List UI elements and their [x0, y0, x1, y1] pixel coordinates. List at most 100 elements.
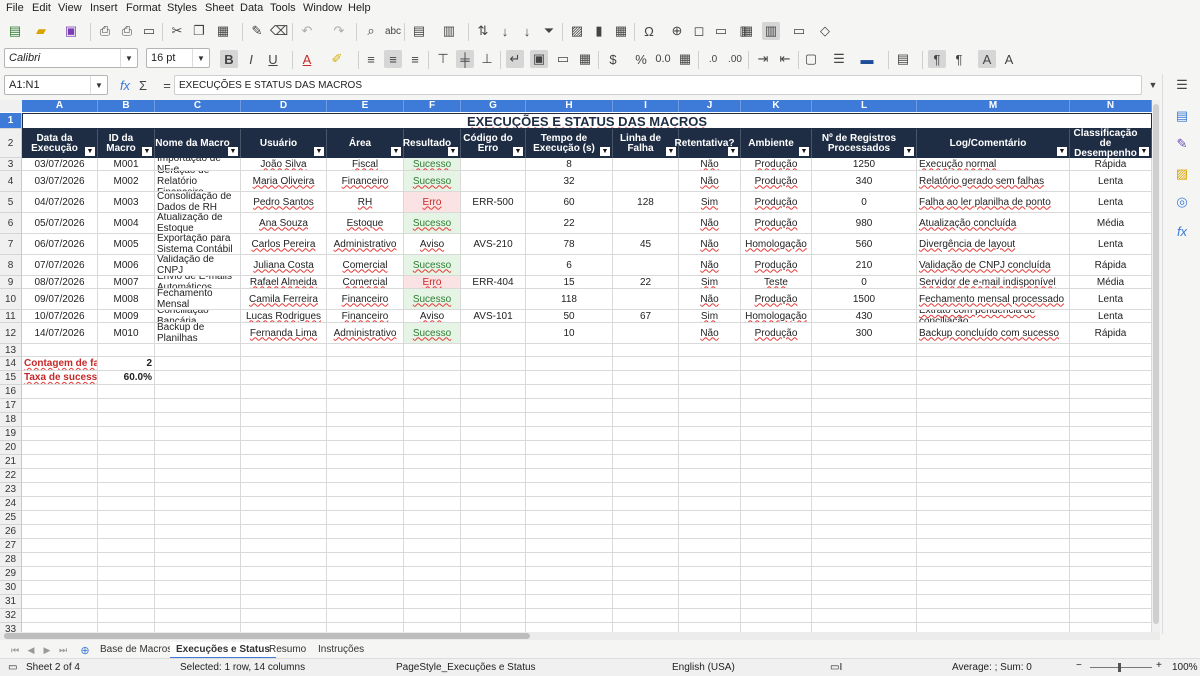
- cell[interactable]: [917, 609, 1070, 623]
- cell[interactable]: [22, 385, 98, 399]
- table-cell[interactable]: RH: [327, 192, 404, 213]
- cell[interactable]: [812, 539, 917, 553]
- cell[interactable]: [613, 344, 679, 357]
- table-cell[interactable]: Não: [679, 255, 741, 276]
- conditional-format-icon[interactable]: ▤: [894, 50, 912, 68]
- cell[interactable]: [327, 525, 404, 539]
- cell[interactable]: [741, 371, 812, 385]
- split-window-icon[interactable]: ▭: [790, 22, 808, 40]
- column-header-e[interactable]: E: [327, 100, 404, 112]
- merge-center-icon[interactable]: ▣: [530, 50, 548, 68]
- pivot-table-icon[interactable]: ▦: [612, 22, 630, 40]
- menu-sheet[interactable]: Sheet: [205, 2, 234, 14]
- cell[interactable]: [461, 525, 526, 539]
- cell[interactable]: [1070, 483, 1152, 497]
- gallery-icon[interactable]: ▨: [1174, 166, 1190, 182]
- date-icon[interactable]: ▦: [676, 50, 694, 68]
- filter-dropdown-icon[interactable]: ▼: [1057, 147, 1067, 156]
- select-all-corner[interactable]: [0, 100, 23, 112]
- row-header-4[interactable]: 4: [0, 171, 22, 192]
- table-cell[interactable]: Lucas Rodrigues: [241, 310, 327, 323]
- cell[interactable]: [679, 539, 741, 553]
- menu-tools[interactable]: Tools: [270, 2, 296, 14]
- cell[interactable]: [327, 455, 404, 469]
- number-format-icon[interactable]: 0.0: [654, 50, 672, 68]
- spelling-icon[interactable]: abc: [384, 22, 402, 40]
- table-cell[interactable]: Sucesso: [404, 323, 461, 344]
- cell[interactable]: [1070, 567, 1152, 581]
- table-cell[interactable]: 430: [812, 310, 917, 323]
- table-cell[interactable]: Execução normal: [917, 158, 1070, 171]
- functions-icon[interactable]: fx: [1174, 224, 1190, 240]
- success-rate-value[interactable]: 60.0%: [98, 371, 155, 385]
- cell[interactable]: [613, 623, 679, 632]
- cell[interactable]: [679, 344, 741, 357]
- filter-dropdown-icon[interactable]: ▼: [904, 147, 914, 156]
- cell[interactable]: [241, 399, 327, 413]
- cell[interactable]: [98, 511, 155, 525]
- table-cell[interactable]: ERR-404: [461, 276, 526, 289]
- cell[interactable]: [917, 539, 1070, 553]
- cell[interactable]: [327, 357, 404, 371]
- row-header-3[interactable]: 3: [0, 158, 22, 171]
- cell[interactable]: [155, 385, 241, 399]
- cell[interactable]: [613, 455, 679, 469]
- expand-formula-icon[interactable]: ▼: [1144, 76, 1162, 94]
- cell[interactable]: [404, 357, 461, 371]
- table-header[interactable]: Usuário ▼: [241, 129, 327, 158]
- cell[interactable]: [679, 581, 741, 595]
- cell[interactable]: [917, 441, 1070, 455]
- cell[interactable]: [461, 469, 526, 483]
- row-header-11[interactable]: 11: [0, 310, 22, 323]
- cell[interactable]: [22, 511, 98, 525]
- cell[interactable]: [404, 469, 461, 483]
- sheet-tab[interactable]: Execuções e Status: [170, 642, 276, 659]
- cell[interactable]: [404, 623, 461, 632]
- cell[interactable]: [526, 609, 613, 623]
- row-header-28[interactable]: 28: [0, 553, 22, 567]
- table-cell[interactable]: Falha ao ler planilha de ponto: [917, 192, 1070, 213]
- cell[interactable]: [1070, 539, 1152, 553]
- table-cell[interactable]: Produção: [741, 171, 812, 192]
- cell[interactable]: [679, 595, 741, 609]
- cell[interactable]: [526, 385, 613, 399]
- table-cell[interactable]: M001: [98, 158, 155, 171]
- cell[interactable]: [155, 567, 241, 581]
- cell[interactable]: [98, 469, 155, 483]
- table-cell[interactable]: Sucesso: [404, 171, 461, 192]
- menu-styles[interactable]: Styles: [167, 2, 197, 14]
- cell[interactable]: [812, 371, 917, 385]
- table-cell[interactable]: Conciliação Bancária: [155, 310, 241, 323]
- cell[interactable]: [917, 483, 1070, 497]
- table-header[interactable]: Nº de Registros Processados ▼: [812, 129, 917, 158]
- table-cell[interactable]: Validação de CNPJ: [155, 255, 241, 276]
- cell[interactable]: [741, 427, 812, 441]
- cell[interactable]: [741, 385, 812, 399]
- table-cell[interactable]: Sim: [679, 310, 741, 323]
- row-header-30[interactable]: 30: [0, 581, 22, 595]
- table-cell[interactable]: [613, 171, 679, 192]
- cell[interactable]: [22, 525, 98, 539]
- cell[interactable]: [404, 371, 461, 385]
- cut-icon[interactable]: ✂: [168, 22, 186, 40]
- add-sheet-icon[interactable]: ⊕: [76, 641, 94, 659]
- sum-icon[interactable]: Σ: [134, 76, 152, 94]
- cell[interactable]: [241, 344, 327, 357]
- cell[interactable]: [98, 427, 155, 441]
- cell[interactable]: [241, 427, 327, 441]
- table-header[interactable]: Linha de Falha ▼: [613, 129, 679, 158]
- cell[interactable]: [98, 595, 155, 609]
- cell[interactable]: [526, 357, 613, 371]
- sort-ascending-icon[interactable]: ↓: [496, 22, 514, 40]
- cell[interactable]: [613, 595, 679, 609]
- cell[interactable]: [155, 413, 241, 427]
- table-cell[interactable]: M008: [98, 289, 155, 310]
- cell[interactable]: [155, 609, 241, 623]
- cell[interactable]: [1070, 399, 1152, 413]
- cell[interactable]: [741, 567, 812, 581]
- cell[interactable]: [526, 399, 613, 413]
- menu-edit[interactable]: Edit: [32, 2, 51, 14]
- table-cell[interactable]: Financeiro: [327, 171, 404, 192]
- align-right-icon[interactable]: ≡: [406, 50, 424, 68]
- table-cell[interactable]: [461, 171, 526, 192]
